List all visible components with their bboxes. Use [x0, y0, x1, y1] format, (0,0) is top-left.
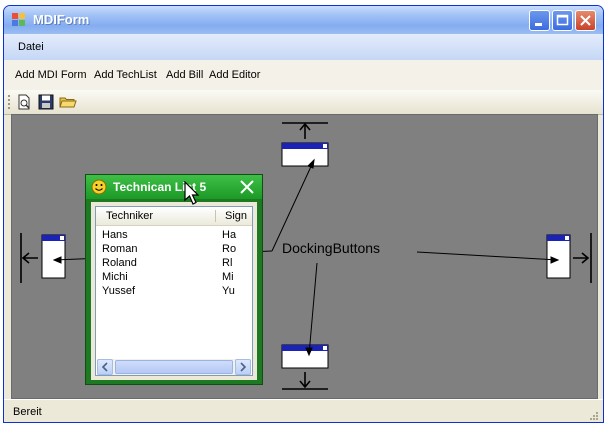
- close-button[interactable]: [575, 10, 596, 31]
- scroll-right-button[interactable]: [235, 359, 251, 375]
- docking-buttons-label: DockingButtons: [282, 240, 381, 256]
- horizontal-scrollbar[interactable]: [97, 359, 251, 375]
- new-document-icon[interactable]: [15, 93, 33, 111]
- menu-bar: Datei: [4, 34, 603, 60]
- add-bill-button[interactable]: Add Bill: [166, 69, 203, 81]
- table-row[interactable]: Hans Ha: [96, 229, 252, 243]
- listview-header: Techniker Sign: [96, 207, 252, 226]
- row-name: Yussef: [102, 285, 136, 297]
- row-sign: Mi: [222, 271, 234, 283]
- column-separator[interactable]: [215, 210, 216, 222]
- mdi-form-window: MDIForm Datei Add MDI Form Add TechList …: [3, 5, 604, 423]
- scroll-left-button[interactable]: [97, 359, 113, 375]
- add-techlist-button[interactable]: Add TechList: [94, 69, 157, 81]
- table-row[interactable]: Michi Mi: [96, 271, 252, 285]
- maximize-icon: [556, 14, 569, 26]
- minimize-button[interactable]: [529, 10, 550, 31]
- menu-datei[interactable]: Datei: [18, 41, 44, 53]
- mouse-cursor-icon: [184, 181, 200, 205]
- add-mdi-form-button[interactable]: Add MDI Form: [15, 69, 87, 81]
- maximize-button[interactable]: [552, 10, 573, 31]
- app-icon: [12, 13, 25, 26]
- table-row[interactable]: Roland Rl: [96, 257, 252, 271]
- table-row[interactable]: Yussef Yu: [96, 285, 252, 299]
- row-sign: Yu: [222, 285, 235, 297]
- scroll-thumb[interactable]: [115, 360, 233, 374]
- column-header-techniker[interactable]: Techniker: [106, 210, 153, 222]
- row-sign: Ha: [222, 229, 237, 241]
- column-header-sign[interactable]: Sign: [225, 210, 247, 222]
- row-sign: Ro: [222, 243, 237, 255]
- window-title: MDIForm: [33, 12, 90, 27]
- toolbar-grip[interactable]: [8, 95, 10, 109]
- minimize-icon: [535, 23, 542, 26]
- row-name: Michi: [102, 271, 128, 283]
- row-name: Roman: [102, 243, 138, 255]
- chevron-right-icon: [240, 362, 247, 372]
- technician-list-window[interactable]: Technican List 5 Techniker Sign Hans Ha: [85, 174, 263, 385]
- resize-grip-icon[interactable]: [589, 411, 599, 421]
- child-title-bar[interactable]: Technican List 5: [86, 175, 262, 199]
- row-name: Hans: [102, 229, 128, 241]
- open-folder-icon[interactable]: [59, 93, 77, 111]
- technician-listview[interactable]: Techniker Sign Hans Ha Roman Ro Roland R…: [95, 206, 253, 376]
- title-bar[interactable]: MDIForm: [4, 6, 603, 34]
- status-text: Bereit: [13, 406, 42, 418]
- close-icon: [580, 15, 591, 26]
- child-close-icon[interactable]: [238, 178, 256, 196]
- command-bar: Add MDI Form Add TechList Add Bill Add E…: [4, 60, 603, 90]
- mdi-client-area[interactable]: DockingButtons Technican List 5 Technike…: [11, 114, 598, 399]
- chevron-left-icon: [101, 362, 108, 372]
- smiley-icon: [91, 179, 107, 195]
- save-icon[interactable]: [37, 93, 55, 111]
- row-name: Roland: [102, 257, 137, 269]
- status-bar: Bereit: [4, 399, 603, 422]
- dock-bottom-button[interactable]: [281, 344, 329, 390]
- child-window-body: Techniker Sign Hans Ha Roman Ro Roland R…: [91, 202, 257, 380]
- toolbar: [4, 90, 603, 115]
- table-row[interactable]: Roman Ro: [96, 243, 252, 257]
- add-editor-button[interactable]: Add Editor: [209, 69, 260, 81]
- row-sign: Rl: [222, 257, 233, 269]
- dock-top-button[interactable]: [281, 122, 329, 167]
